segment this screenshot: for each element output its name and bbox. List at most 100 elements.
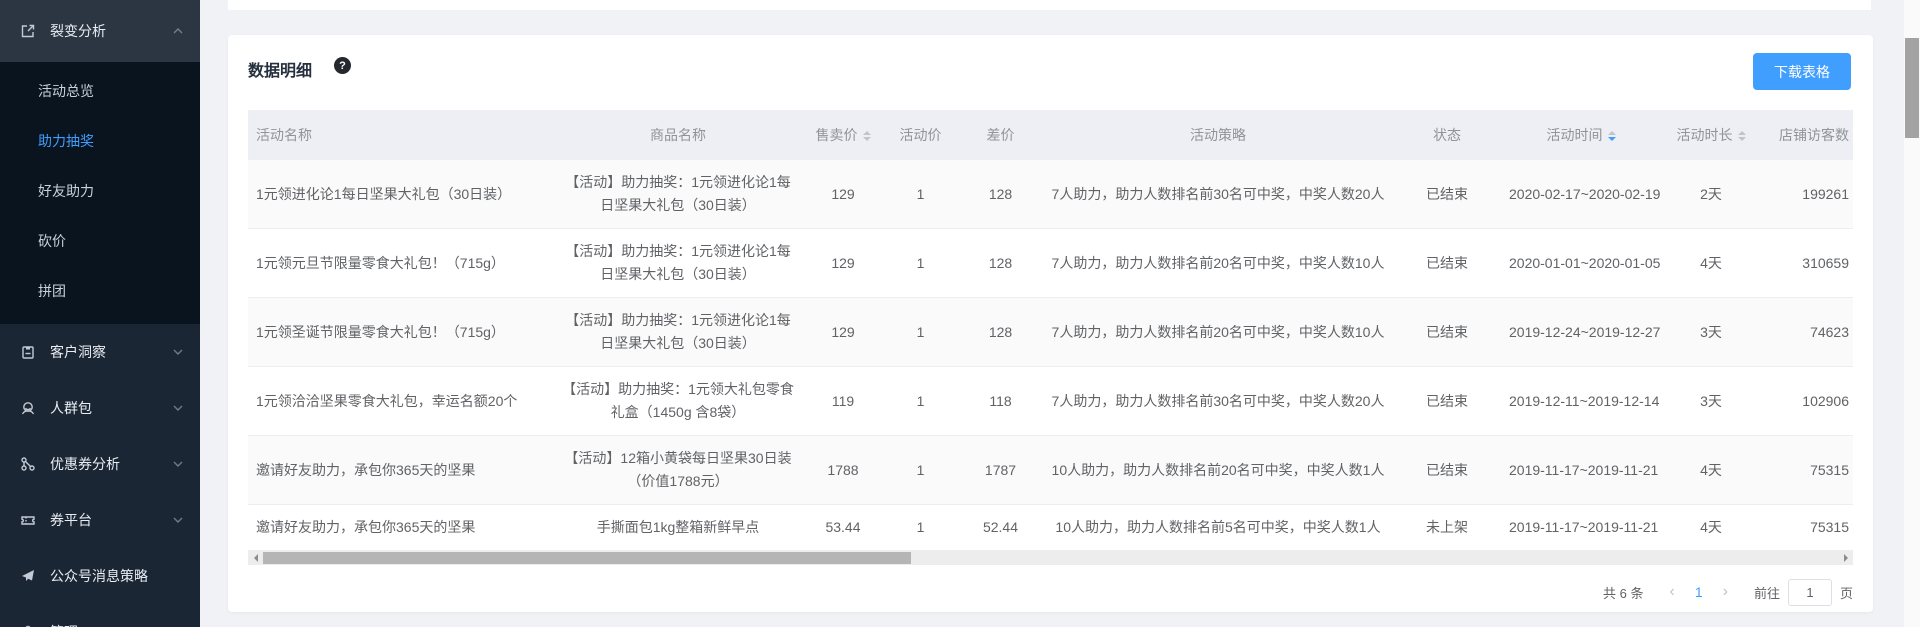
- chevron-down-icon: [172, 402, 184, 414]
- cell-sell_price: 53.44: [803, 505, 883, 551]
- column-header-sell_price[interactable]: 售卖价: [803, 110, 883, 160]
- sidebar-group-label: 人群包: [50, 398, 172, 418]
- cell-price_diff: 128: [958, 229, 1043, 298]
- column-header-duration[interactable]: 活动时长: [1661, 110, 1761, 160]
- cell-duration: 3天: [1661, 367, 1761, 436]
- cell-sell_price: 1788: [803, 436, 883, 505]
- sidebar: 裂变分析 活动总览 助力抽奖 好友助力 砍价 拼团 客户洞察 人群包 优惠券分析…: [0, 0, 200, 627]
- sidebar-group-customer-insight[interactable]: 客户洞察: [0, 324, 200, 380]
- pagination-goto-input[interactable]: [1788, 579, 1832, 606]
- cell-duration: 2天: [1661, 160, 1761, 229]
- pagination-total: 共 6 条: [1603, 583, 1643, 602]
- sidebar-item-boost-lottery[interactable]: 助力抽奖: [0, 116, 200, 166]
- cell-name: 1元领元旦节限量零食大礼包！（715g）: [248, 229, 553, 298]
- cell-product: 手撕面包1kg整箱新鲜早点: [553, 505, 803, 551]
- cell-name: 邀请好友助力，承包你365天的坚果: [248, 436, 553, 505]
- cell-visitors: 310659: [1761, 229, 1853, 298]
- sort-carets-icon[interactable]: [1608, 127, 1616, 145]
- table-row: 1元领进化论1每日坚果大礼包（30日装）【活动】助力抽奖：1元领进化论1每日坚果…: [248, 160, 1853, 229]
- cell-time: 2019-12-11~2019-12-14: [1501, 367, 1661, 436]
- vertical-scrollbar-thumb[interactable]: [1905, 38, 1919, 138]
- sidebar-group-management[interactable]: 管理: [0, 604, 200, 627]
- cell-strategy: 7人助力，助力人数排名前30名可中奖，中奖人数20人: [1043, 367, 1393, 436]
- cell-visitors: 199261: [1761, 160, 1853, 229]
- cell-product: 【活动】助力抽奖：1元领进化论1每日坚果大礼包（30日装）: [553, 160, 803, 229]
- cell-visitors: 75315: [1761, 436, 1853, 505]
- cell-time: 2020-02-17~2020-02-19: [1501, 160, 1661, 229]
- cell-name: 1元领圣诞节限量零食大礼包！（715g）: [248, 298, 553, 367]
- table-body: 1元领进化论1每日坚果大礼包（30日装）【活动】助力抽奖：1元领进化论1每日坚果…: [248, 160, 1853, 551]
- help-icon[interactable]: ?: [334, 57, 351, 74]
- sidebar-group-audience-pack[interactable]: 人群包: [0, 380, 200, 436]
- sidebar-submenu: 活动总览 助力抽奖 好友助力 砍价 拼团: [0, 62, 200, 324]
- cell-status: 已结束: [1393, 436, 1501, 505]
- cell-product: 【活动】助力抽奖：1元领进化论1每日坚果大礼包（30日装）: [553, 298, 803, 367]
- cell-status: 已结束: [1393, 367, 1501, 436]
- data-table-wrapper: 活动名称商品名称售卖价活动价差价活动策略状态活动时间活动时长店铺访客数 1元领进…: [248, 110, 1853, 551]
- pagination-page-1[interactable]: 1: [1685, 584, 1713, 600]
- scroll-right-arrow-icon[interactable]: [1839, 551, 1853, 565]
- chevron-up-icon: [172, 25, 184, 37]
- table-header: 活动名称商品名称售卖价活动价差价活动策略状态活动时间活动时长店铺访客数: [248, 110, 1853, 160]
- cell-status: 未上架: [1393, 505, 1501, 551]
- column-header-price_diff: 差价: [958, 110, 1043, 160]
- cell-activity_price: 1: [883, 229, 958, 298]
- column-header-name: 活动名称: [248, 110, 553, 160]
- horizontal-scrollbar-thumb[interactable]: [263, 552, 911, 564]
- table-row: 1元领元旦节限量零食大礼包！（715g）【活动】助力抽奖：1元领进化论1每日坚果…: [248, 229, 1853, 298]
- cell-name: 1元领进化论1每日坚果大礼包（30日装）: [248, 160, 553, 229]
- chevron-down-icon: [172, 458, 184, 470]
- sidebar-group-label: 客户洞察: [50, 342, 172, 362]
- cell-price_diff: 128: [958, 160, 1043, 229]
- cell-product: 【活动】12箱小黄袋每日坚果30日装（价值1788元）: [553, 436, 803, 505]
- pagination-prev-icon[interactable]: ‹: [1660, 578, 1685, 606]
- cell-time: 2019-11-17~2019-11-21: [1501, 505, 1661, 551]
- sort-carets-icon[interactable]: [1738, 127, 1746, 145]
- cell-activity_price: 1: [883, 298, 958, 367]
- cell-activity_price: 1: [883, 160, 958, 229]
- sidebar-item-activity-overview[interactable]: 活动总览: [0, 66, 200, 116]
- cell-strategy: 10人助力，助力人数排名前5名可中奖，中奖人数1人: [1043, 505, 1393, 551]
- column-header-activity_price: 活动价: [883, 110, 958, 160]
- sidebar-item-group-buy[interactable]: 拼团: [0, 266, 200, 316]
- sidebar-group-coupon-analysis[interactable]: 优惠券分析: [0, 436, 200, 492]
- sidebar-group-official-account-message[interactable]: 公众号消息策略: [0, 548, 200, 604]
- cell-strategy: 7人助力，助力人数排名前20名可中奖，中奖人数10人: [1043, 298, 1393, 367]
- sidebar-group-label: 券平台: [50, 510, 172, 530]
- cell-visitors: 75315: [1761, 505, 1853, 551]
- cell-visitors: 102906: [1761, 367, 1853, 436]
- cell-product: 【活动】助力抽奖：1元领进化论1每日坚果大礼包（30日装）: [553, 229, 803, 298]
- cell-sell_price: 129: [803, 160, 883, 229]
- external-link-icon: [20, 23, 36, 39]
- clipboard-icon: [20, 344, 36, 360]
- cell-activity_price: 1: [883, 505, 958, 551]
- column-header-visitors: 店铺访客数: [1761, 110, 1853, 160]
- cell-strategy: 7人助力，助力人数排名前20名可中奖，中奖人数10人: [1043, 229, 1393, 298]
- ticket-icon: [20, 512, 36, 528]
- column-header-time[interactable]: 活动时间: [1501, 110, 1661, 160]
- sort-carets-icon[interactable]: [863, 127, 871, 145]
- previous-card-bottom-strip: [228, 0, 1871, 10]
- pagination-next-icon[interactable]: ›: [1713, 578, 1738, 606]
- cell-product: 【活动】助力抽奖：1元领大礼包零食礼盒（1450g 含8袋）: [553, 367, 803, 436]
- cell-activity_price: 1: [883, 436, 958, 505]
- cell-status: 已结束: [1393, 298, 1501, 367]
- cell-price_diff: 118: [958, 367, 1043, 436]
- cell-price_diff: 128: [958, 298, 1043, 367]
- table-row: 1元领圣诞节限量零食大礼包！（715g）【活动】助力抽奖：1元领进化论1每日坚果…: [248, 298, 1853, 367]
- cell-duration: 3天: [1661, 298, 1761, 367]
- cell-time: 2020-01-01~2020-01-05: [1501, 229, 1661, 298]
- sidebar-item-bargain[interactable]: 砍价: [0, 216, 200, 266]
- sidebar-group-coupon-platform[interactable]: 券平台: [0, 492, 200, 548]
- horizontal-scrollbar[interactable]: [248, 551, 1853, 565]
- page-title: 数据明细: [248, 57, 312, 81]
- sidebar-group-fission-analysis[interactable]: 裂变分析: [0, 0, 200, 62]
- column-header-product: 商品名称: [553, 110, 803, 160]
- vertical-scrollbar[interactable]: [1904, 0, 1920, 627]
- scroll-left-arrow-icon[interactable]: [248, 551, 262, 565]
- sidebar-item-friend-boost[interactable]: 好友助力: [0, 166, 200, 216]
- sidebar-group-label: 裂变分析: [50, 21, 172, 41]
- cell-name: 邀请好友助力，承包你365天的坚果: [248, 505, 553, 551]
- share-nodes-icon: [20, 456, 36, 472]
- download-table-button[interactable]: 下载表格: [1753, 53, 1851, 90]
